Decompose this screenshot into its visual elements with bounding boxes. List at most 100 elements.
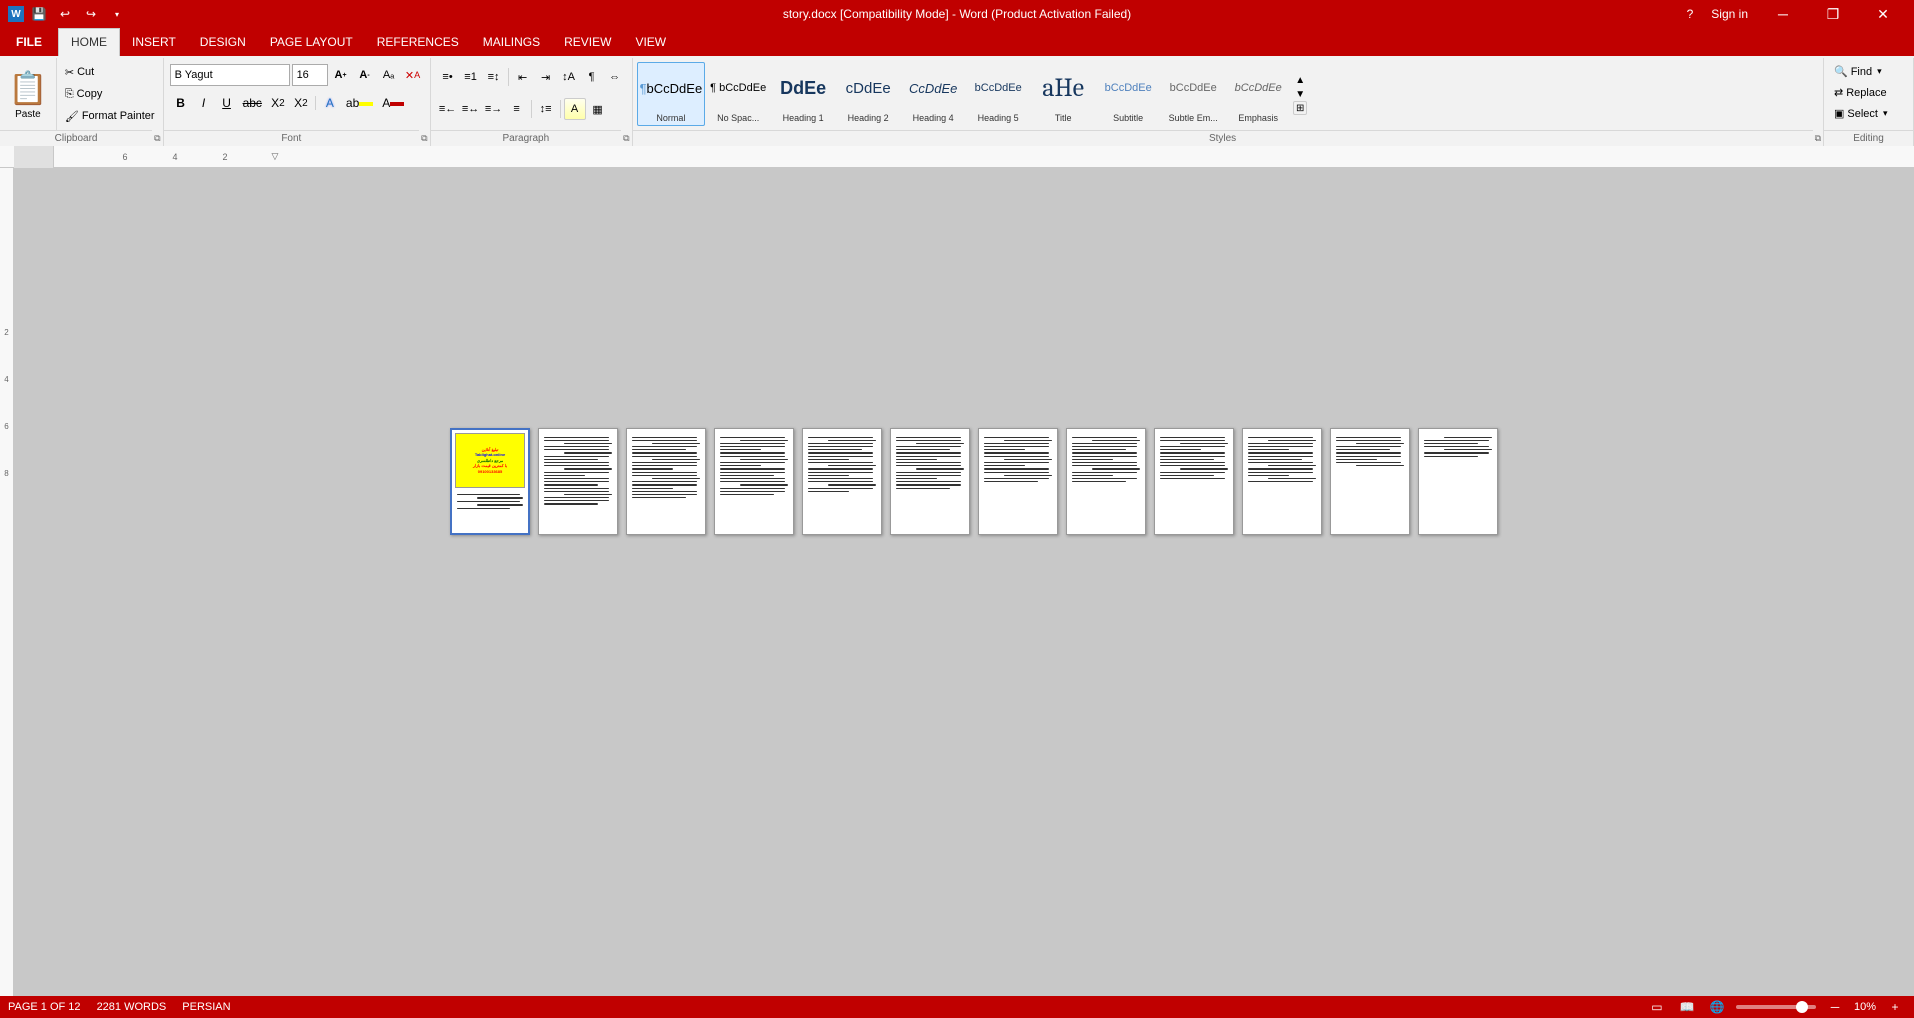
sort-button[interactable]: ↕A (558, 66, 580, 88)
strikethrough-button[interactable]: abc (239, 92, 266, 114)
select-button[interactable]: ▣ Select ▾ (1828, 104, 1909, 123)
page-9 (1154, 428, 1234, 535)
page-8 (1066, 428, 1146, 535)
zoom-in-button[interactable]: + (1884, 998, 1906, 1016)
bullets-button[interactable]: ≡• (437, 66, 459, 88)
styles-more[interactable]: ⊞ (1293, 101, 1307, 115)
align-right-button[interactable]: ≡→ (483, 98, 505, 120)
tab-page-layout[interactable]: PAGE LAYOUT (258, 28, 365, 56)
quick-access-dropdown[interactable]: ▾ (106, 3, 128, 25)
word-count: 2281 WORDS (97, 1001, 167, 1013)
ruler-tab-stop[interactable]: ▽ (250, 151, 300, 162)
paste-icon: 📋 (8, 69, 48, 107)
font-size-input[interactable] (292, 64, 328, 86)
align-center-button[interactable]: ≡↔ (460, 98, 482, 120)
page-5 (802, 428, 882, 535)
style-heading5[interactable]: bCcDdEe Heading 5 (966, 62, 1030, 126)
read-mode-view-button[interactable]: 📖 (1676, 998, 1698, 1016)
editing-group-label: Editing (1824, 130, 1913, 146)
cut-button[interactable]: ✂ Cut (61, 64, 159, 81)
border-button[interactable]: ▦ (587, 98, 609, 120)
shading-button[interactable]: A (564, 98, 586, 120)
ruler-mark-4: 4 (150, 152, 200, 162)
zoom-out-button[interactable]: ─ (1824, 998, 1846, 1016)
style-normal[interactable]: ¶ bCcDdEe Normal (637, 62, 706, 126)
minimize-button[interactable]: ─ (1760, 0, 1806, 28)
decrease-indent-button[interactable]: ⇤ (512, 66, 534, 88)
text-effect-button[interactable]: A (319, 92, 341, 114)
cut-icon: ✂ (65, 66, 74, 79)
language-status: PERSIAN (182, 1001, 230, 1013)
find-dropdown-icon[interactable]: ▾ (1877, 66, 1882, 77)
tab-home[interactable]: HOME (58, 28, 120, 56)
increase-indent-button[interactable]: ⇥ (535, 66, 557, 88)
multilevel-button[interactable]: ≡↕ (483, 66, 505, 88)
zoom-slider[interactable] (1736, 1005, 1816, 1009)
tab-file[interactable]: FILE (0, 28, 58, 56)
superscript-button[interactable]: X2 (290, 92, 312, 114)
style-heading2[interactable]: cDdEe Heading 2 (836, 62, 900, 126)
tab-insert[interactable]: INSERT (120, 28, 188, 56)
font-name-input[interactable] (170, 64, 290, 86)
style-heading4[interactable]: CcDdEe Heading 4 (901, 62, 965, 126)
styles-expand-icon[interactable]: ⧉ (1813, 133, 1823, 144)
justify-button[interactable]: ≡ (506, 98, 528, 120)
bold-button[interactable]: B (170, 92, 192, 114)
numbering-button[interactable]: ≡1 (460, 66, 482, 88)
copy-button[interactable]: ⎘ Copy (61, 86, 159, 103)
bidi-button[interactable]: ⇔ (604, 66, 626, 88)
save-button[interactable]: 💾 (28, 3, 50, 25)
format-painter-button[interactable]: 🖌 Format Painter (61, 108, 159, 125)
tab-review[interactable]: REVIEW (552, 28, 623, 56)
close-button[interactable]: ✕ (1860, 0, 1906, 28)
find-icon: 🔍 (1834, 65, 1848, 78)
shrink-font-button[interactable]: A- (354, 64, 376, 86)
font-color-button[interactable]: A (378, 92, 408, 114)
grow-font-button[interactable]: A+ (330, 64, 352, 86)
tab-view[interactable]: VIEW (623, 28, 678, 56)
clipboard-expand-icon[interactable]: ⧉ (152, 133, 162, 144)
font-expand-icon[interactable]: ⧉ (419, 133, 429, 144)
print-layout-view-button[interactable]: ▭ (1646, 998, 1668, 1016)
styles-scroll-down[interactable]: ▼ (1293, 87, 1307, 101)
align-left-button[interactable]: ≡← (437, 98, 459, 120)
left-ruler-4: 4 (4, 375, 8, 384)
paste-label: Paste (15, 109, 41, 120)
select-icon: ▣ (1834, 107, 1844, 120)
styles-scroll-up[interactable]: ▲ (1293, 73, 1307, 87)
change-case-button[interactable]: Aₐ (378, 64, 400, 86)
style-subtle-emphasis[interactable]: bCcDdEe Subtle Em... (1161, 62, 1225, 126)
style-subtitle[interactable]: bCcDdEe Subtitle (1096, 62, 1160, 126)
undo-button[interactable]: ↩ (54, 3, 76, 25)
line-spacing-button[interactable]: ↕≡ (535, 98, 557, 120)
restore-button[interactable]: ❐ (1810, 0, 1856, 28)
font-group-label: Font (164, 130, 420, 146)
tab-design[interactable]: DESIGN (188, 28, 258, 56)
page-7 (978, 428, 1058, 535)
style-heading1[interactable]: DdEe Heading 1 (771, 62, 835, 126)
replace-button[interactable]: ⇄ Replace (1828, 83, 1909, 102)
web-layout-view-button[interactable]: 🌐 (1706, 998, 1728, 1016)
left-ruler-2: 2 (4, 328, 8, 337)
clear-format-button[interactable]: ✕A (402, 64, 424, 86)
redo-button[interactable]: ↪ (80, 3, 102, 25)
style-no-spacing[interactable]: ¶ bCcDdEe No Spac... (706, 62, 770, 126)
tab-mailings[interactable]: MAILINGS (471, 28, 552, 56)
tab-references[interactable]: REFERENCES (365, 28, 471, 56)
subscript-button[interactable]: X2 (267, 92, 289, 114)
page-4 (714, 428, 794, 535)
style-emphasis[interactable]: bCcDdEe Emphasis (1226, 62, 1290, 126)
page-3 (626, 428, 706, 535)
style-title[interactable]: aHe Title (1031, 62, 1095, 126)
select-dropdown-icon[interactable]: ▾ (1883, 108, 1888, 119)
help-button[interactable]: ? (1681, 7, 1700, 21)
find-button[interactable]: 🔍 Find ▾ (1828, 62, 1909, 81)
sign-in-button[interactable]: Sign in (1703, 5, 1756, 23)
show-formatting-button[interactable]: ¶ (581, 66, 603, 88)
paragraph-expand-icon[interactable]: ⧉ (621, 133, 631, 144)
text-highlight-button[interactable]: ab (342, 92, 377, 114)
italic-button[interactable]: I (193, 92, 215, 114)
underline-button[interactable]: U (216, 92, 238, 114)
paste-button[interactable]: 📋 Paste (0, 58, 57, 130)
page-status: PAGE 1 OF 12 (8, 1001, 81, 1013)
